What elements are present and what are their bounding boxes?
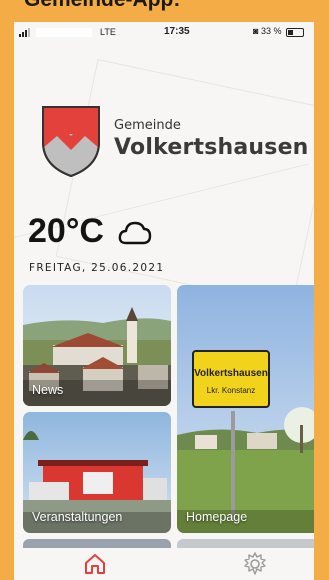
next-tile-peek-2 <box>177 539 314 548</box>
homepage-label: Homepage <box>186 510 248 524</box>
events-label: Veranstaltungen <box>32 510 123 524</box>
temperature: 20°C <box>28 212 104 250</box>
tab-bar <box>14 548 314 580</box>
next-tile-peek <box>23 539 171 548</box>
svg-text:Volkertshausen: Volkertshausen <box>194 368 268 379</box>
svg-text:Lkr. Konstanz: Lkr. Konstanz <box>207 386 255 395</box>
redacted-carrier <box>36 28 92 37</box>
gear-icon[interactable] <box>241 550 269 578</box>
homepage-tile[interactable]: Volkertshausen Lkr. Konstanz Homepage <box>177 285 314 533</box>
news-label: News <box>32 383 64 397</box>
home-icon[interactable] <box>81 550 109 578</box>
header-label: Gemeinde <box>114 118 181 133</box>
town-sign: Volkertshausen Lkr. Konstanz <box>192 350 270 408</box>
phone-screen: LTE 17:35 ◙ 33 % Gemeinde Volkertshausen… <box>14 22 314 580</box>
clock: 17:35 <box>164 26 190 37</box>
battery-icon <box>286 28 304 37</box>
municipality-name: Volkertshausen <box>114 135 309 160</box>
network-type: LTE <box>100 27 116 37</box>
caption-title: Gemeinde-App: <box>24 0 180 12</box>
events-tile[interactable]: Veranstaltungen <box>23 412 171 533</box>
cloud-icon <box>118 221 152 245</box>
status-bar: LTE 17:35 ◙ 33 % <box>14 22 314 42</box>
weather-date: FREITAG, 25.06.2021 <box>29 262 165 274</box>
municipal-crest-icon <box>42 106 100 178</box>
battery-percent: ◙ 33 % <box>253 26 282 36</box>
homepage-photo: Volkertshausen Lkr. Konstanz <box>177 285 314 533</box>
news-tile[interactable]: News <box>23 285 171 406</box>
